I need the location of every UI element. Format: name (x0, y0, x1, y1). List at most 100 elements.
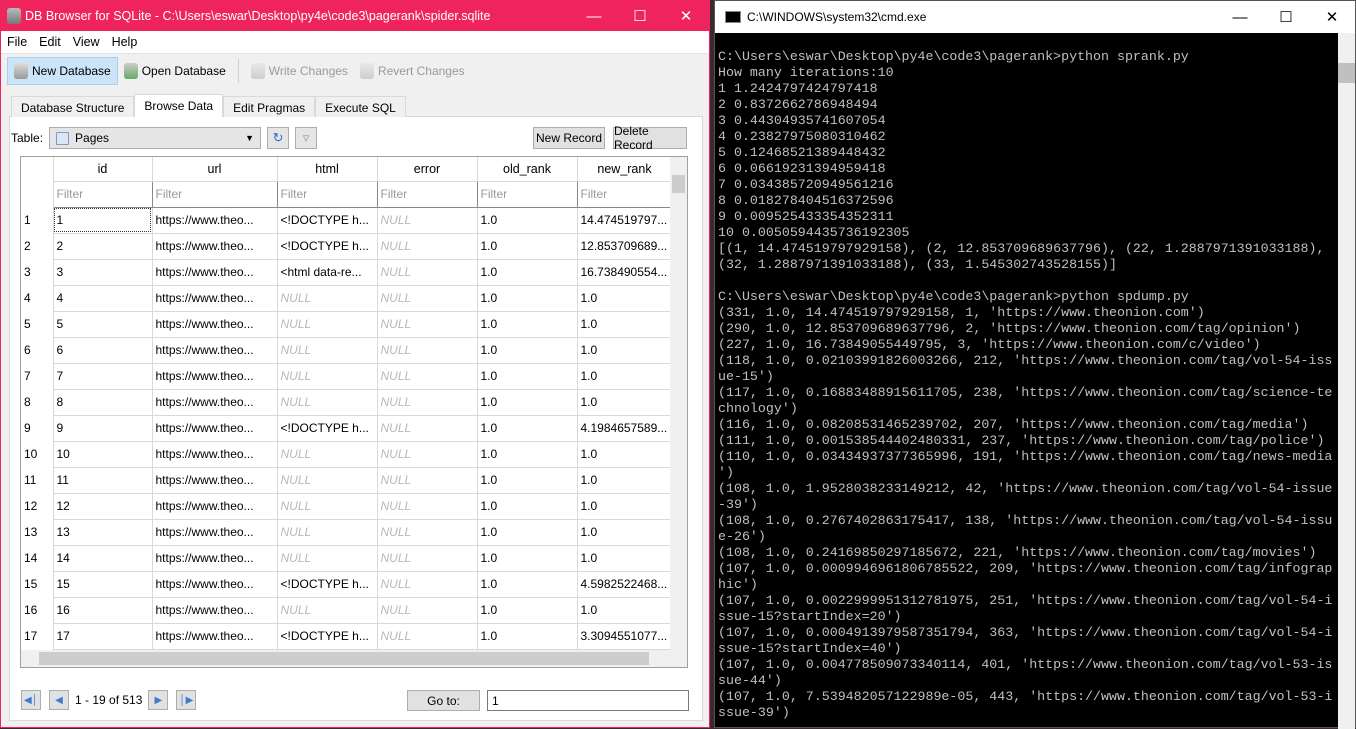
table-row[interactable]: 6 6 https://www.theo... NULL NULL 1.0 1.0 (21, 337, 673, 364)
cell-new_rank[interactable]: 1.0 (577, 311, 673, 338)
cell-error[interactable]: NULL (377, 493, 478, 520)
row-number[interactable]: 13 (21, 519, 54, 545)
delete-record-button[interactable]: Delete Record (613, 124, 687, 152)
cell-url[interactable]: https://www.theo... (152, 623, 278, 650)
tab-database-structure[interactable]: Database Structure (11, 96, 135, 117)
cell-old_rank[interactable]: 1.0 (477, 623, 578, 650)
cell-html[interactable]: <!DOCTYPE h... (277, 571, 378, 598)
cell-new_rank[interactable]: 3.3094551077... (577, 623, 673, 650)
cell-old_rank[interactable]: 1.0 (477, 467, 578, 494)
last-page-button[interactable]: │▶ (176, 690, 197, 710)
table-row[interactable]: 17 17 https://www.theo... <!DOCTYPE h... NUL… (21, 623, 673, 650)
maximize-button[interactable]: ☐ (617, 1, 663, 31)
cell-new_rank[interactable]: 1.0 (577, 337, 673, 364)
cell-id[interactable]: 12 (53, 493, 153, 520)
console-output[interactable]: C:\Users\eswar\Desktop\py4e\code3\pagera… (718, 49, 1332, 721)
cell-new_rank[interactable]: 4.5982522468... (577, 571, 673, 598)
new-record-button[interactable]: New Record (533, 127, 605, 149)
refresh-button[interactable]: ↻ (267, 127, 290, 149)
horizontal-scrollbar[interactable] (21, 650, 687, 667)
cell-html[interactable]: NULL (277, 363, 378, 390)
cell-error[interactable]: NULL (377, 623, 478, 650)
cell-html[interactable]: NULL (277, 337, 378, 364)
cmd-maximize-button[interactable]: ☐ (1263, 2, 1309, 32)
row-number[interactable]: 12 (21, 493, 54, 519)
cell-html[interactable]: NULL (277, 519, 378, 546)
table-row[interactable]: 15 15 https://www.theo... <!DOCTYPE h... NUL… (21, 571, 673, 598)
table-row[interactable]: 4 4 https://www.theo... NULL NULL 1.0 1.0 (21, 285, 673, 312)
filter-input-html[interactable]: Filter (276, 180, 378, 208)
cell-html[interactable]: NULL (277, 597, 378, 624)
cell-new_rank[interactable]: 1.0 (577, 519, 673, 546)
cmd-scroll-thumb[interactable] (1338, 63, 1355, 83)
cell-error[interactable]: NULL (377, 519, 478, 546)
table-row[interactable]: 12 12 https://www.theo... NULL NULL 1.0 1.0 (21, 493, 673, 520)
cell-url[interactable]: https://www.theo... (152, 571, 278, 598)
row-number[interactable]: 1 (21, 207, 54, 233)
cmd-close-button[interactable]: ✕ (1309, 2, 1355, 32)
cell-error[interactable]: NULL (377, 363, 478, 390)
menu-edit[interactable]: Edit (33, 35, 67, 49)
cell-html[interactable]: NULL (277, 493, 378, 520)
menu-view[interactable]: View (67, 35, 106, 49)
cell-new_rank[interactable]: 1.0 (577, 285, 673, 312)
row-number[interactable]: 9 (21, 415, 54, 441)
cell-old_rank[interactable]: 1.0 (477, 363, 578, 390)
goto-button[interactable]: Go to: (407, 690, 480, 711)
cell-old_rank[interactable]: 1.0 (477, 337, 578, 364)
cell-html[interactable]: NULL (277, 441, 378, 468)
cell-id[interactable]: 5 (53, 311, 153, 338)
cmd-scrollbar[interactable] (1338, 33, 1355, 729)
filter-input-old-rank[interactable]: Filter (476, 180, 578, 208)
cell-new_rank[interactable]: 4.1984657589... (577, 415, 673, 442)
column-header-id[interactable]: id (53, 157, 153, 182)
cell-old_rank[interactable]: 1.0 (477, 415, 578, 442)
cell-id[interactable]: 4 (53, 285, 153, 312)
table-select[interactable]: Pages ▼ (49, 127, 262, 149)
cell-html[interactable]: NULL (277, 389, 378, 416)
row-number[interactable]: 14 (21, 545, 54, 571)
column-header-old-rank[interactable]: old_rank (477, 157, 578, 182)
table-row[interactable]: 8 8 https://www.theo... NULL NULL 1.0 1.0 (21, 389, 673, 416)
row-number[interactable]: 4 (21, 285, 54, 311)
first-page-button[interactable]: ◀│ (21, 690, 41, 710)
previous-page-button[interactable]: ◀ (49, 690, 69, 710)
cell-url[interactable]: https://www.theo... (152, 337, 278, 364)
menu-help[interactable]: Help (106, 35, 144, 49)
cell-id[interactable]: 13 (53, 519, 153, 546)
cell-url[interactable]: https://www.theo... (152, 285, 278, 312)
cmd-minimize-button[interactable]: — (1217, 2, 1263, 32)
minimize-button[interactable]: — (571, 1, 617, 31)
cell-new_rank[interactable]: 1.0 (577, 363, 673, 390)
cell-new_rank[interactable]: 1.0 (577, 545, 673, 572)
cell-old_rank[interactable]: 1.0 (477, 311, 578, 338)
row-number[interactable]: 15 (21, 571, 54, 597)
table-row[interactable]: 9 9 https://www.theo... <!DOCTYPE h... NULL 1… (21, 415, 673, 442)
cell-old_rank[interactable]: 1.0 (477, 493, 578, 520)
cell-html[interactable]: <!DOCTYPE h... (277, 233, 378, 260)
cell-old_rank[interactable]: 1.0 (477, 259, 578, 286)
cell-id[interactable]: 6 (53, 337, 153, 364)
cell-url[interactable]: https://www.theo... (152, 233, 278, 260)
cell-error[interactable]: NULL (377, 337, 478, 364)
cell-new_rank[interactable]: 12.853709689... (577, 233, 673, 260)
cell-url[interactable]: https://www.theo... (152, 259, 278, 286)
cell-id[interactable]: 17 (53, 623, 153, 650)
clear-filters-button[interactable]: ▿ (295, 127, 318, 149)
column-header-error[interactable]: error (377, 157, 478, 182)
table-row[interactable]: 5 5 https://www.theo... NULL NULL 1.0 1.0 (21, 311, 673, 338)
cell-id[interactable]: 14 (53, 545, 153, 572)
cell-error[interactable]: NULL (377, 259, 478, 286)
cell-id[interactable]: 1 (53, 207, 153, 234)
table-row[interactable]: 3 3 https://www.theo... <html data-re... NUL… (21, 259, 673, 286)
filter-input-url[interactable]: Filter (151, 180, 278, 208)
cell-error[interactable]: NULL (377, 311, 478, 338)
table-row[interactable]: 2 2 https://www.theo... <!DOCTYPE h... NULL 1… (21, 233, 673, 260)
table-row[interactable]: 7 7 https://www.theo... NULL NULL 1.0 1.0 (21, 363, 673, 390)
cell-html[interactable]: <!DOCTYPE h... (277, 207, 378, 234)
cell-id[interactable]: 9 (53, 415, 153, 442)
tab-browse-data[interactable]: Browse Data (134, 94, 224, 117)
row-number[interactable]: 6 (21, 337, 54, 363)
cell-new_rank[interactable]: 1.0 (577, 493, 673, 520)
cell-id[interactable]: 11 (53, 467, 153, 494)
